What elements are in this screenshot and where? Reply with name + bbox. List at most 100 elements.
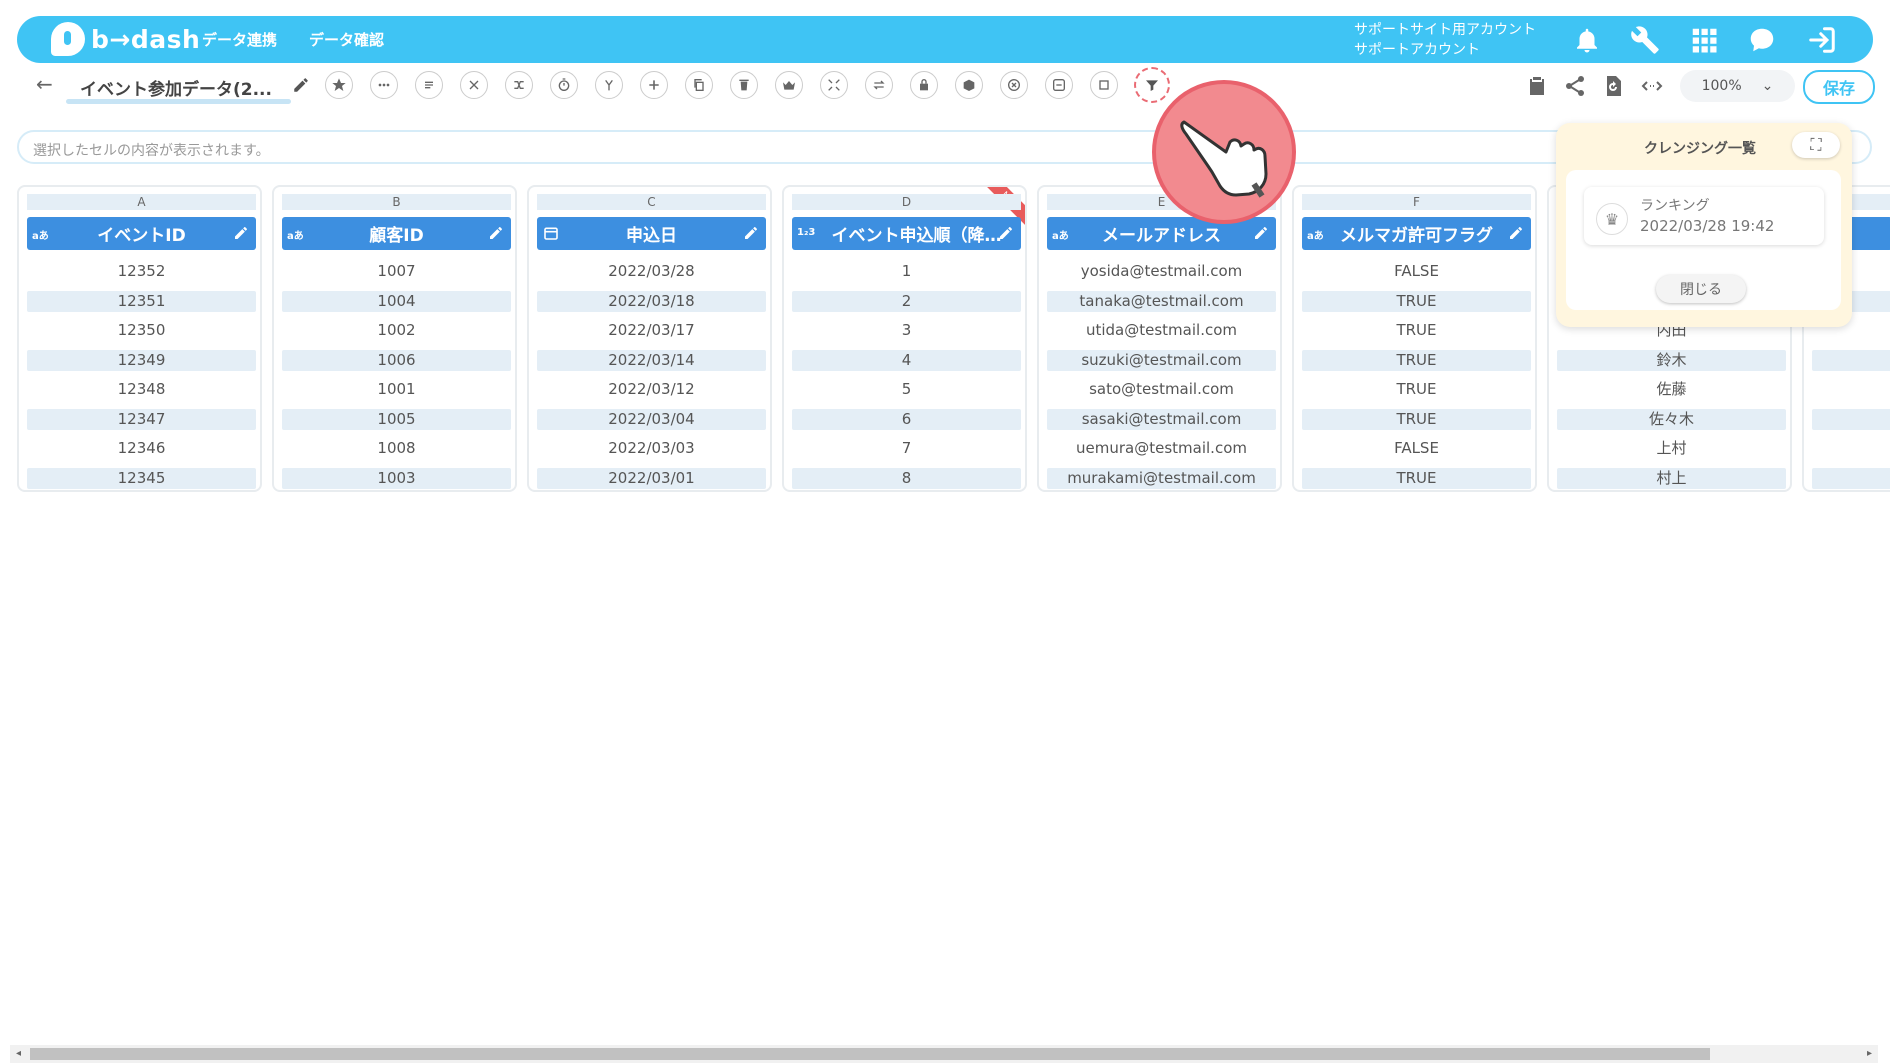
table-cell[interactable]: uemura@testmail.com [1047,438,1276,459]
bell-icon[interactable] [1572,25,1602,55]
table-cell[interactable]: TRUE [1302,467,1531,489]
table-cell[interactable]: 村上 [1557,467,1786,489]
edit-pencil-icon[interactable] [743,225,759,241]
table-cell[interactable]: 上村 [1557,438,1786,459]
table-cell[interactable]: 佐藤 [1557,379,1786,400]
support-chat-icon[interactable] [1747,25,1777,55]
table-cell[interactable]: TRUE [1302,290,1531,312]
branch-tool[interactable] [595,71,623,99]
table-cell[interactable]: TRUE [1302,320,1531,341]
table-cell[interactable]: 8 [792,467,1021,489]
table-cell[interactable]: 2022/03/04 [537,408,766,430]
table-cell[interactable]: TRUE [1302,379,1531,400]
table-cell[interactable]: 6 [792,408,1021,430]
favorite-star-tool[interactable] [325,71,353,99]
nav-data-link[interactable]: データ連携 [202,29,277,50]
apps-grid-icon[interactable] [1689,25,1719,55]
table-cell[interactable]: TRUE [1302,408,1531,430]
scroll-thumb[interactable] [30,1048,1710,1060]
table-cell[interactable]: 12346 [27,438,256,459]
table-cell[interactable] [1812,379,1890,400]
table-cell[interactable]: 1007 [282,261,511,282]
clipboard-icon[interactable] [1525,74,1549,98]
save-button[interactable]: 保存 [1803,70,1875,104]
cleansing-item[interactable]: ♛ ランキング 2022/03/28 19:42 [1584,187,1824,245]
horizontal-scrollbar[interactable]: ◂ ▸ [10,1045,1878,1063]
table-cell[interactable]: 12350 [27,320,256,341]
back-arrow-icon[interactable]: ← [36,72,53,96]
code-view-icon[interactable] [1640,74,1664,98]
expand-tool[interactable] [820,71,848,99]
column-e[interactable]: E aあ メールアドレス yosida@testmail.com tanaka@… [1037,185,1282,492]
timer-tool[interactable] [550,71,578,99]
table-cell[interactable]: 2022/03/28 [537,261,766,282]
table-cell[interactable]: 2022/03/18 [537,290,766,312]
account-info[interactable]: サポートサイト用アカウント サポートアカウント [1354,20,1536,60]
table-cell[interactable]: 1004 [282,290,511,312]
refresh-document-icon[interactable] [1601,74,1625,98]
table-cell[interactable]: 1 [792,261,1021,282]
table-cell[interactable]: 2022/03/17 [537,320,766,341]
column-header[interactable]: aあ メルマガ許可フラグ [1302,217,1531,250]
table-cell[interactable]: 2 [792,290,1021,312]
clear-tool[interactable] [1000,71,1028,99]
edit-title-pencil-icon[interactable] [292,76,310,94]
document-title[interactable]: イベント参加データ(2... [80,75,290,100]
ranking-tool[interactable] [775,71,803,99]
table-cell[interactable]: 2022/03/12 [537,379,766,400]
table-cell[interactable] [1812,467,1890,489]
edit-pencil-icon[interactable] [1253,225,1269,241]
table-cell[interactable]: 12351 [27,290,256,312]
edit-pencil-icon[interactable] [1508,225,1524,241]
nav-data-check[interactable]: データ確認 [309,29,384,50]
column-header[interactable]: aあ メールアドレス [1047,217,1276,250]
table-cell[interactable]: 1005 [282,408,511,430]
zoom-select[interactable]: 100% ⌄ [1680,70,1795,102]
table-cell[interactable]: 鈴木 [1557,349,1786,371]
column-a[interactable]: A aあ イベントID 12352 12351 12350 12349 1234… [17,185,262,492]
mask-tool[interactable] [910,71,938,99]
table-cell[interactable]: 12352 [27,261,256,282]
table-cell[interactable]: 1006 [282,349,511,371]
column-header[interactable]: aあ 顧客ID [282,217,511,250]
table-cell[interactable]: FALSE [1302,438,1531,459]
table-cell[interactable]: murakami@testmail.com [1047,467,1276,489]
edit-pencil-icon[interactable] [488,225,504,241]
table-cell[interactable]: 2022/03/03 [537,438,766,459]
text-tool[interactable] [415,71,443,99]
scroll-left-arrow-icon[interactable]: ◂ [16,1048,21,1059]
column-header[interactable]: aあ イベントID [27,217,256,250]
table-cell[interactable]: tanaka@testmail.com [1047,290,1276,312]
column-header[interactable]: 1₂3 イベント申込順（降… [792,217,1021,250]
share-icon[interactable] [1563,74,1587,98]
merge-tool[interactable] [505,71,533,99]
table-cell[interactable] [1812,438,1890,459]
convert-tool[interactable] [1045,71,1073,99]
table-cell[interactable] [1812,408,1890,430]
close-button[interactable]: 閉じる [1656,275,1746,303]
expand-button[interactable]: ⛶ [1792,132,1840,158]
table-cell[interactable]: 12348 [27,379,256,400]
table-cell[interactable]: TRUE [1302,349,1531,371]
more-tool[interactable] [370,71,398,99]
table-cell[interactable]: utida@testmail.com [1047,320,1276,341]
replace-tool[interactable] [865,71,893,99]
table-cell[interactable]: 1002 [282,320,511,341]
logout-icon[interactable] [1807,25,1837,55]
edit-pencil-icon[interactable] [233,225,249,241]
table-cell[interactable]: 5 [792,379,1021,400]
table-cell[interactable]: 12347 [27,408,256,430]
table-cell[interactable] [1812,349,1890,371]
format-tool[interactable] [1090,71,1118,99]
column-c[interactable]: C 申込日 2022/03/28 2022/03/18 2022/03/17 2… [527,185,772,492]
table-cell[interactable]: 1001 [282,379,511,400]
copy-tool[interactable] [685,71,713,99]
table-cell[interactable]: 1008 [282,438,511,459]
table-cell[interactable]: 12345 [27,467,256,489]
table-cell[interactable]: 2022/03/14 [537,349,766,371]
table-cell[interactable]: FALSE [1302,261,1531,282]
table-cell[interactable]: sato@testmail.com [1047,379,1276,400]
table-cell[interactable]: 3 [792,320,1021,341]
table-cell[interactable]: 7 [792,438,1021,459]
box-tool[interactable] [955,71,983,99]
